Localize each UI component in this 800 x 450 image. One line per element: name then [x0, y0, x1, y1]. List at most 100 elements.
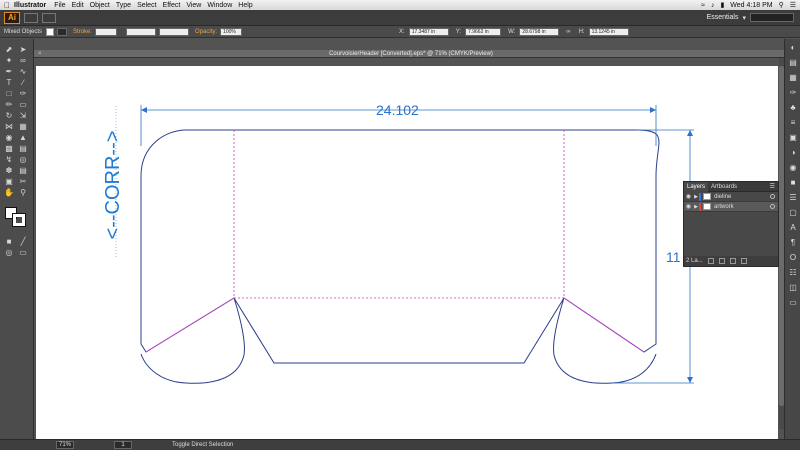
- eye-icon[interactable]: ◉: [684, 203, 693, 210]
- menu-object[interactable]: Object: [90, 2, 116, 9]
- rotate-icon[interactable]: ↻: [4, 111, 14, 120]
- help-search-input[interactable]: [750, 13, 794, 22]
- new-sublayer-button[interactable]: [718, 258, 725, 264]
- status-text[interactable]: Toggle Direct Selection: [172, 442, 233, 448]
- variable-width-field[interactable]: [126, 27, 157, 36]
- lasso-icon[interactable]: ∞: [18, 56, 28, 65]
- menu-window[interactable]: Window: [207, 2, 238, 9]
- zoom-tool-icon[interactable]: ⚲: [18, 188, 28, 197]
- color-icon[interactable]: ◐: [788, 43, 798, 53]
- w-field[interactable]: 28.6798 in: [519, 27, 560, 36]
- app-menu[interactable]: Illustrator: [14, 2, 54, 9]
- trash-icon[interactable]: [740, 258, 747, 264]
- graph-icon[interactable]: ▤: [18, 166, 28, 175]
- width-tool-icon[interactable]: ⋈: [4, 122, 14, 131]
- battery-icon[interactable]: ▮: [720, 1, 724, 9]
- opentype-icon[interactable]: O: [788, 253, 798, 263]
- stroke-label[interactable]: Stroke:: [70, 29, 95, 35]
- color-mode-icon[interactable]: ■: [4, 237, 14, 246]
- y-field[interactable]: 7.9662 in: [465, 27, 502, 36]
- stroke-weight-field[interactable]: [95, 27, 118, 36]
- direct-selection-tool-icon[interactable]: ➤: [18, 45, 28, 54]
- eye-icon[interactable]: ◉: [684, 193, 693, 200]
- artboard-navigation-field[interactable]: 1: [114, 441, 132, 449]
- type-tool-icon[interactable]: T: [4, 78, 14, 87]
- make-clipping-mask-button[interactable]: [707, 258, 714, 264]
- new-layer-button[interactable]: [729, 258, 736, 264]
- perspective-icon[interactable]: ▲: [18, 133, 28, 142]
- menu-select[interactable]: Select: [137, 2, 162, 9]
- appearance-icon[interactable]: ◉: [788, 163, 798, 173]
- stroke-icon[interactable]: ≡: [788, 118, 798, 128]
- menu-edit[interactable]: Edit: [72, 2, 90, 9]
- bridge-button[interactable]: [24, 12, 38, 23]
- opacity-field[interactable]: 100%: [220, 27, 243, 36]
- dieline-outline[interactable]: [140, 129, 660, 384]
- shape-builder-icon[interactable]: ◉: [4, 133, 14, 142]
- fill-swatch[interactable]: [46, 27, 55, 36]
- x-field[interactable]: 17.3487 in: [408, 27, 449, 36]
- opacity-label[interactable]: Opacity:: [192, 29, 220, 35]
- canvas-area[interactable]: 24.102 11 <--CORR-->: [34, 58, 779, 450]
- free-transform-icon[interactable]: ▦: [18, 122, 28, 131]
- gradient-icon[interactable]: ▤: [18, 144, 28, 153]
- magic-wand-icon[interactable]: ✦: [4, 56, 14, 65]
- volume-icon[interactable]: ♪: [711, 2, 715, 9]
- layers-panel-icon[interactable]: ☰: [788, 193, 798, 203]
- gradient-panel-icon[interactable]: ▣: [788, 133, 798, 143]
- menu-type[interactable]: Type: [116, 2, 137, 9]
- paragraph-icon[interactable]: ¶: [788, 238, 798, 248]
- layer-row[interactable]: ◉ ▶ dieline: [684, 192, 778, 202]
- character-icon[interactable]: A: [788, 223, 798, 233]
- h-field[interactable]: 13.1245 in: [588, 27, 629, 36]
- target-icon[interactable]: [770, 204, 775, 209]
- clock[interactable]: Wed 4:18 PM: [730, 2, 772, 9]
- layer-name[interactable]: artwork: [714, 204, 770, 210]
- eraser-icon[interactable]: ▭: [18, 100, 28, 109]
- zoom-field[interactable]: 71%: [56, 441, 74, 449]
- none-mode-icon[interactable]: ╱: [18, 237, 28, 246]
- chevron-down-icon[interactable]: ▾: [742, 14, 746, 22]
- scale-icon[interactable]: ⇲: [18, 111, 28, 120]
- line-tool-icon[interactable]: ∕: [18, 78, 28, 87]
- fill-dropdown[interactable]: [57, 27, 68, 36]
- link-icon[interactable]: ∞: [562, 29, 574, 35]
- document-tab[interactable]: × CourvoisierHeader [Converted].eps* @ 7…: [34, 50, 788, 58]
- menu-file[interactable]: File: [54, 2, 71, 9]
- apple-menu-icon[interactable]: : [0, 1, 14, 10]
- fill-stroke-control[interactable]: [5, 207, 29, 227]
- menu-effect[interactable]: Effect: [163, 2, 187, 9]
- transparency-icon[interactable]: ◑: [788, 148, 798, 158]
- pen-tool-icon[interactable]: ✒: [4, 67, 14, 76]
- layer-name[interactable]: dieline: [714, 194, 770, 200]
- swatches-icon[interactable]: ▦: [788, 73, 798, 83]
- tab-layers[interactable]: Layers: [684, 181, 709, 192]
- artboard-tool-icon[interactable]: ▣: [4, 177, 14, 186]
- draw-mode-icon[interactable]: ◎: [4, 248, 14, 257]
- hand-tool-icon[interactable]: ✋: [4, 188, 14, 197]
- slice-icon[interactable]: ✂: [18, 177, 28, 186]
- pencil-icon[interactable]: ✏: [4, 100, 14, 109]
- blend-icon[interactable]: ◎: [18, 155, 28, 164]
- close-icon[interactable]: ×: [38, 50, 42, 58]
- align-icon[interactable]: ☷: [788, 268, 798, 278]
- menu-view[interactable]: View: [186, 2, 207, 9]
- paintbrush-icon[interactable]: ✑: [18, 89, 28, 98]
- eyedropper-icon[interactable]: ↯: [4, 155, 14, 164]
- symbols-icon[interactable]: ♣: [788, 103, 798, 113]
- target-icon[interactable]: [770, 194, 775, 199]
- transform-icon[interactable]: ◫: [788, 283, 798, 293]
- graphic-styles-icon[interactable]: ■: [788, 178, 798, 188]
- rectangle-tool-icon[interactable]: □: [4, 89, 14, 98]
- wifi-icon[interactable]: ≈: [701, 2, 705, 9]
- layer-row[interactable]: ◉ ▶ artwork: [684, 202, 778, 212]
- arrange-documents-button[interactable]: [42, 12, 56, 23]
- stroke-color-box[interactable]: [12, 213, 26, 227]
- pathfinder-icon[interactable]: ▭: [788, 298, 798, 308]
- workspace-label[interactable]: Essentials: [707, 14, 739, 21]
- selection-tool-icon[interactable]: ⬈: [4, 45, 14, 54]
- brush-field[interactable]: [159, 27, 190, 36]
- screen-mode-icon[interactable]: ▭: [18, 248, 28, 257]
- notification-icon[interactable]: ☰: [790, 1, 796, 9]
- panel-menu-icon[interactable]: ☰: [770, 183, 778, 190]
